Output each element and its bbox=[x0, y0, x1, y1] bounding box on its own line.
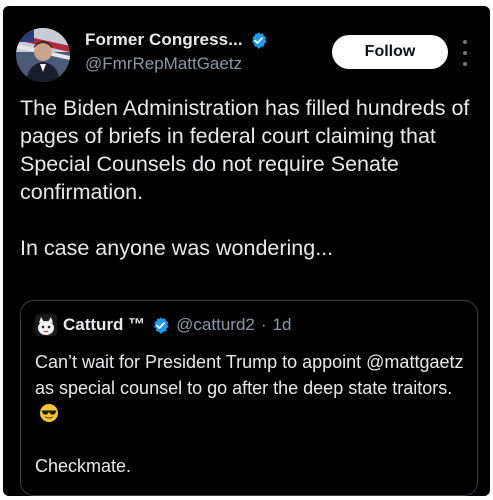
quoted-author-display-name[interactable]: Catturd ™ bbox=[63, 315, 145, 335]
quoted-paragraph-2: Checkmate. bbox=[35, 456, 132, 476]
author-avatar[interactable] bbox=[16, 28, 70, 82]
author-handle[interactable]: @FmrRepMattGaetz bbox=[85, 54, 242, 74]
verified-badge-icon bbox=[249, 31, 268, 50]
tweet-paragraph-2: In case anyone was wondering... bbox=[20, 236, 334, 260]
tweet-paragraph-1: The Biden Administration has filled hund… bbox=[20, 96, 470, 204]
more-options-icon[interactable] bbox=[461, 40, 469, 66]
quoted-tweet[interactable]: Catturd ™ @catturd2 · 1d Can’t wait for … bbox=[20, 300, 478, 496]
author-name-row: Former Congress... bbox=[85, 30, 268, 50]
quoted-tweet-body: Can’t wait for President Trump to appoin… bbox=[35, 349, 465, 479]
quoted-paragraph-1-text: Can’t wait for President Trump to appoin… bbox=[35, 352, 464, 398]
author-display-name[interactable]: Former Congress... bbox=[85, 30, 243, 50]
quoted-paragraph-1: Can’t wait for President Trump to appoin… bbox=[35, 349, 465, 427]
quoted-author-handle[interactable]: @catturd2 bbox=[176, 315, 255, 335]
sunglasses-face-emoji-icon bbox=[39, 403, 59, 423]
quoted-timestamp[interactable]: 1d bbox=[273, 315, 292, 335]
quoted-verified-badge-icon bbox=[151, 316, 170, 335]
follow-button[interactable]: Follow bbox=[332, 35, 448, 69]
tweet-card: Former Congress... @FmrRepMattGaetz Foll… bbox=[3, 6, 490, 496]
quoted-tweet-header: Catturd ™ @catturd2 · 1d bbox=[35, 314, 291, 336]
quoted-separator: · bbox=[260, 315, 267, 334]
tweet-body: The Biden Administration has filled hund… bbox=[20, 94, 482, 262]
quoted-author-avatar[interactable] bbox=[35, 314, 57, 336]
